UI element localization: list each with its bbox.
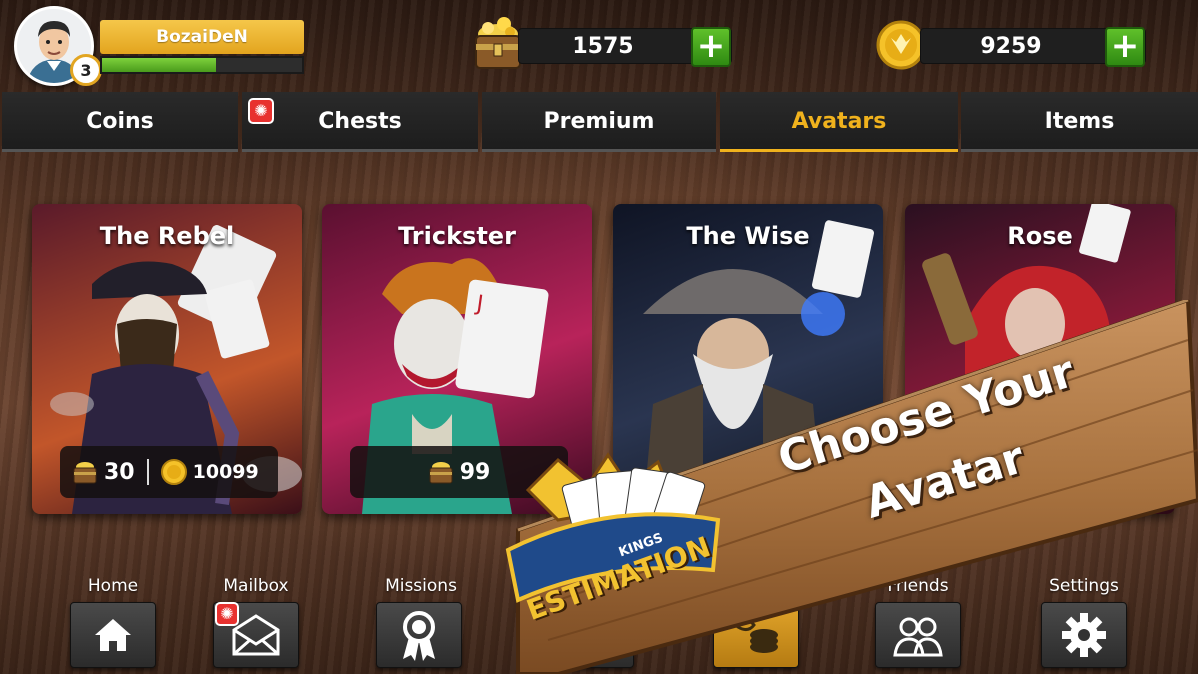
chest-price: 30 [104, 459, 135, 485]
rebel-price-box[interactable]: 30 10099 [60, 446, 278, 498]
tab-items[interactable]: Items [961, 92, 1198, 152]
add-coins-button[interactable]: + [1105, 27, 1145, 67]
gold-coin-icon [160, 459, 187, 485]
shop-tabs: Coins Chests ✺ Premium Avatars Items [0, 92, 1198, 154]
player-level-badge: 3 [70, 54, 102, 86]
treasure-chest-icon [73, 462, 97, 484]
tab-chests[interactable]: Chests [242, 92, 478, 152]
coin-price: 10099 [192, 461, 259, 483]
tab-avatars[interactable]: Avatars [720, 92, 958, 152]
avatar-title: Rose [1007, 222, 1073, 250]
treasure-chest-icon [429, 462, 453, 484]
avatar-card-the-rebel[interactable]: The Rebel 30 10099 [32, 204, 302, 514]
coins-balance: 9259 + [920, 27, 1146, 67]
nav-home-button[interactable] [70, 602, 156, 668]
ribbon-icon [403, 611, 435, 661]
home-icon [95, 619, 131, 651]
chests-notification-badge: ✺ [248, 98, 274, 124]
nav-label-mailbox: Mailbox [223, 576, 289, 596]
avatar-title: Trickster [398, 222, 516, 250]
xp-progress-fill [102, 58, 216, 72]
chests-balance: 1575 + [518, 27, 732, 67]
gold-coin-icon [876, 20, 926, 70]
chest-price: 99 [459, 459, 491, 485]
top-bar: 3 BozaiDeN 1575 + 9259 + [0, 0, 1198, 90]
xp-progress-bar [100, 56, 304, 74]
avatar-title: The Wise [686, 222, 810, 250]
nav-label-home: Home [87, 576, 139, 596]
avatar-title: The Rebel [99, 222, 235, 250]
game-stage: 3 BozaiDeN 1575 + 9259 + Coins Chests ✺ … [0, 0, 1198, 674]
nav-missions-button[interactable] [376, 602, 462, 668]
add-chests-button[interactable]: + [691, 27, 731, 67]
chests-value: 1575 [572, 34, 634, 59]
choose-avatar-promo: ESTIMATION KINGS Choose Your Avatar [498, 297, 1198, 674]
tab-premium[interactable]: Premium [482, 92, 716, 152]
price-divider [146, 459, 149, 485]
tab-coins[interactable]: Coins [2, 92, 238, 152]
mailbox-notification-badge: ✺ [215, 602, 239, 626]
nav-label-missions: Missions [385, 576, 457, 596]
player-name: BozaiDeN [100, 20, 304, 54]
wooden-plank-banner [505, 297, 1198, 674]
coins-value: 9259 [980, 34, 1042, 59]
